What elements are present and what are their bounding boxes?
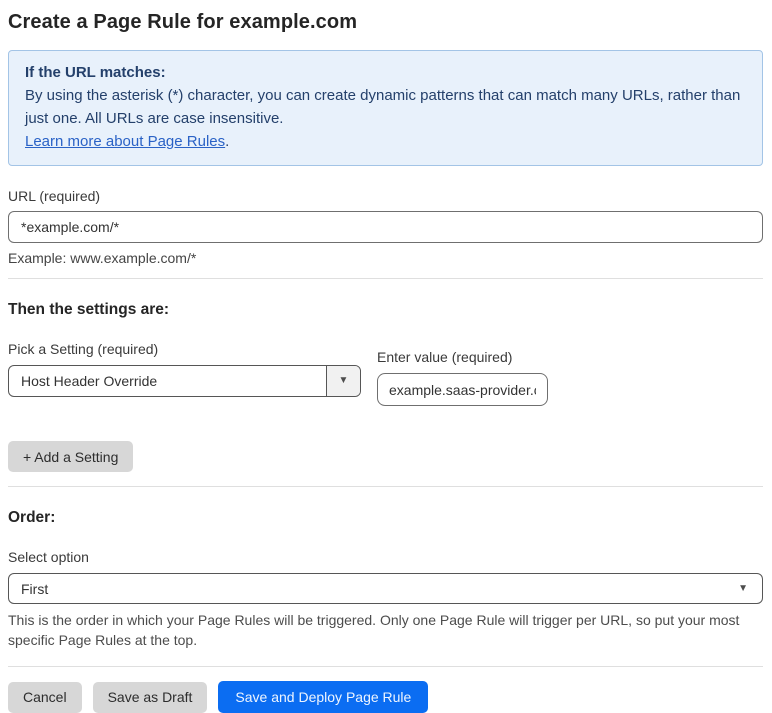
order-select-value: First: [21, 581, 49, 597]
order-heading: Order:: [8, 509, 56, 526]
save-and-deploy-button[interactable]: Save and Deploy Page Rule: [218, 681, 429, 713]
info-box-heading: If the URL matches:: [25, 64, 166, 81]
add-setting-button[interactable]: + Add a Setting: [8, 441, 134, 472]
url-match-info-box: If the URL matches: By using the asteris…: [8, 50, 763, 166]
chevron-down-icon: ▼: [738, 582, 748, 594]
setting-select-arrow-button[interactable]: ▼: [326, 366, 360, 396]
order-select-arrow: ▼: [738, 574, 762, 603]
info-box-link-line: Learn more about Page Rules.: [25, 130, 746, 153]
url-label: URL (required): [8, 188, 101, 204]
order-select-label: Select option: [8, 549, 89, 565]
settings-row: Pick a Setting (required) Host Header Ov…: [8, 341, 763, 406]
setting-select-label: Pick a Setting (required): [8, 341, 159, 357]
page-title: Create a Page Rule for example.com: [8, 11, 358, 33]
order-select[interactable]: First ▼: [8, 573, 763, 604]
order-helper: This is the order in which your Page Rul…: [8, 612, 740, 648]
save-as-draft-button[interactable]: Save as Draft: [92, 681, 208, 713]
setting-value-column: Enter value (required): [377, 349, 548, 406]
settings-heading: Then the settings are:: [8, 301, 170, 318]
info-box-body: By using the asterisk (*) character, you…: [25, 87, 741, 127]
divider: [8, 278, 763, 279]
cancel-button[interactable]: Cancel: [8, 681, 82, 713]
footer-actions: Cancel Save as Draft Save and Deploy Pag…: [8, 681, 763, 713]
chevron-down-icon: ▼: [338, 375, 349, 386]
divider: [8, 666, 763, 667]
learn-more-link[interactable]: Learn more about Page Rules: [25, 133, 225, 150]
setting-value-label: Enter value (required): [377, 349, 513, 365]
setting-picker-column: Pick a Setting (required) Host Header Ov…: [8, 341, 361, 397]
setting-value-input[interactable]: [377, 373, 548, 406]
url-input[interactable]: [8, 211, 763, 243]
setting-select[interactable]: Host Header Override ▼: [8, 365, 361, 397]
link-suffix: .: [225, 133, 230, 150]
divider: [8, 486, 763, 487]
setting-select-value: Host Header Override: [21, 373, 158, 389]
page-rule-form: Create a Page Rule for example.com If th…: [0, 0, 772, 713]
url-helper: Example: www.example.com/*: [8, 250, 197, 266]
